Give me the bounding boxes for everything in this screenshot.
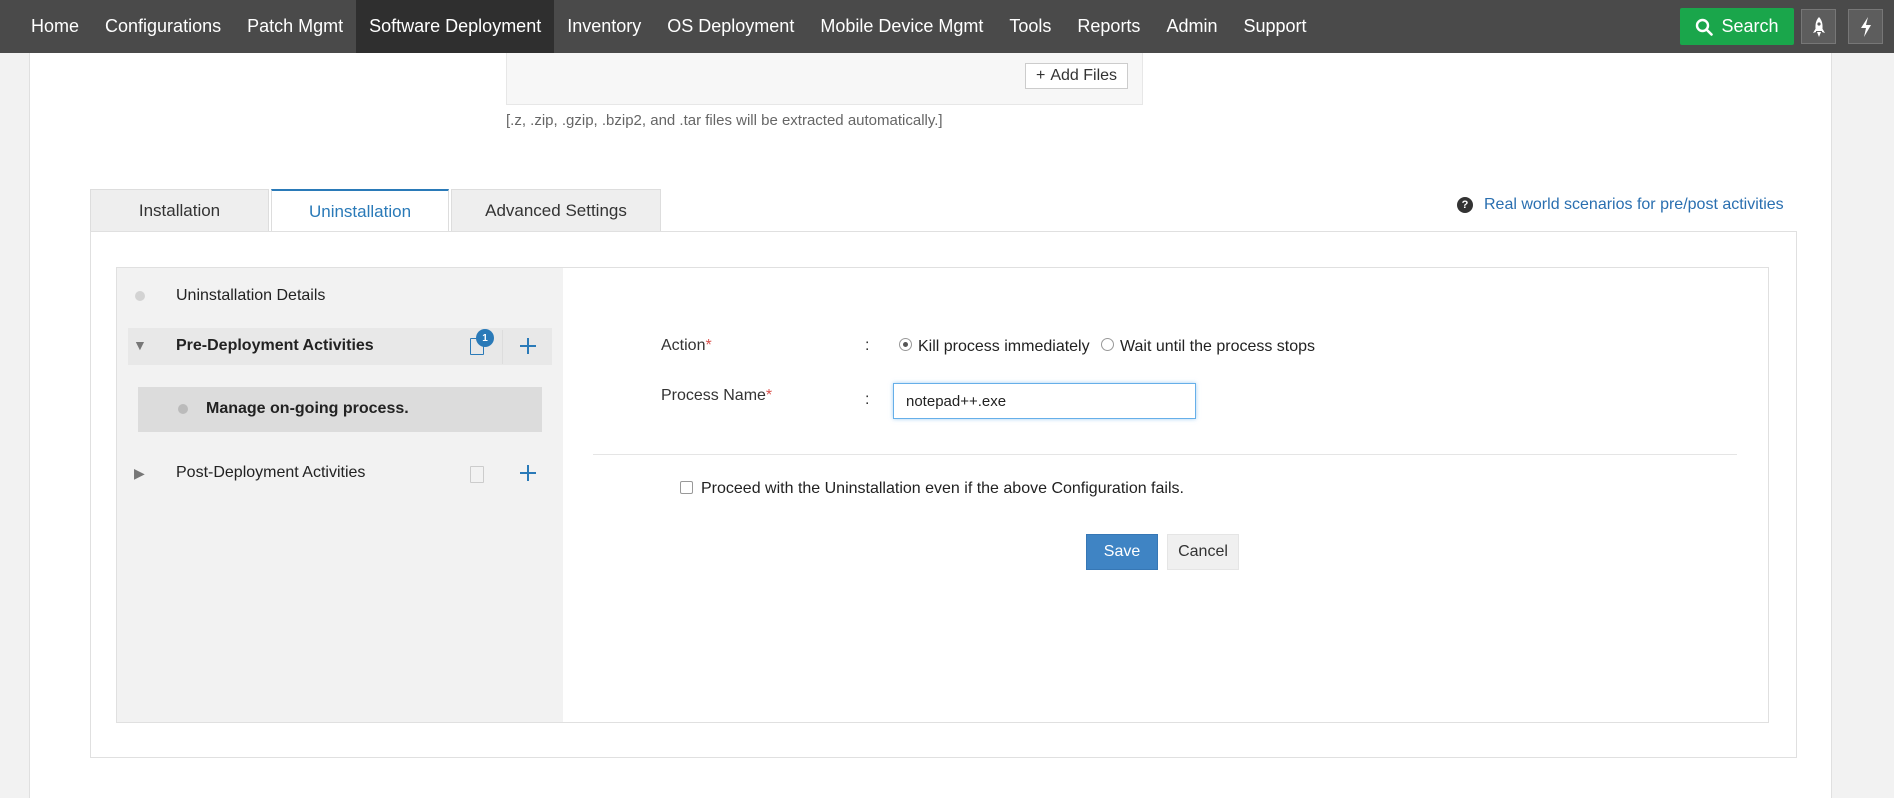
quick-actions-button[interactable] (1848, 9, 1883, 44)
step-pre-deployment-activities[interactable]: Pre-Deployment Activities (176, 337, 374, 355)
step-dot (135, 291, 145, 301)
process-name-input[interactable] (893, 383, 1196, 419)
search-icon (1696, 18, 1714, 36)
form-divider (593, 454, 1737, 455)
activity-dot (178, 404, 188, 414)
nav-home[interactable]: Home (0, 0, 92, 53)
radio-wait-process-label[interactable]: Wait until the process stops (1120, 338, 1315, 356)
required-mark: * (765, 387, 773, 404)
upload-hint: [.z, .zip, .gzip, .bzip2, and .tar files… (506, 112, 943, 129)
required-mark: * (705, 337, 712, 354)
lightning-icon (1860, 16, 1871, 37)
search-label: Search (1721, 16, 1779, 36)
question-icon: ? (1457, 197, 1473, 213)
nav-tools[interactable]: Tools (996, 0, 1064, 53)
add-pre-activity-icon[interactable] (519, 337, 537, 355)
add-files-label: Add Files (1050, 67, 1118, 84)
plus-icon: + (1036, 67, 1046, 84)
nav-software-deployment[interactable]: Software Deployment (356, 0, 555, 53)
step-post-deployment-activities[interactable]: Post-Deployment Activities (176, 464, 365, 482)
collapsed-arrow-icon[interactable]: ▶ (134, 465, 145, 482)
tab-uninstallation[interactable]: Uninstallation (271, 189, 449, 232)
help-link-label: Real world scenarios for pre/post activi… (1484, 196, 1784, 213)
add-post-activity-icon[interactable] (519, 464, 537, 482)
divider (502, 330, 503, 364)
nav-os-deployment[interactable]: OS Deployment (654, 0, 807, 53)
cancel-button[interactable]: Cancel (1167, 534, 1239, 570)
expanded-arrow-icon[interactable]: ▼ (133, 337, 147, 353)
nav-configurations[interactable]: Configurations (92, 0, 234, 53)
nav-patch-mgmt[interactable]: Patch Mgmt (234, 0, 356, 53)
quick-launch-button[interactable] (1801, 9, 1836, 44)
nav-admin[interactable]: Admin (1153, 0, 1230, 53)
nav-reports[interactable]: Reports (1064, 0, 1153, 53)
save-button[interactable]: Save (1086, 534, 1158, 570)
separator: : (865, 337, 870, 354)
nav-mobile-device-mgmt[interactable]: Mobile Device Mgmt (807, 0, 996, 53)
tab-installation[interactable]: Installation (90, 189, 269, 231)
proceed-checkbox-label[interactable]: Proceed with the Uninstallation even if … (701, 480, 1184, 498)
nav-support[interactable]: Support (1230, 0, 1319, 53)
radio-kill-process-label[interactable]: Kill process immediately (918, 338, 1090, 356)
tab-advanced-settings[interactable]: Advanced Settings (451, 189, 661, 231)
separator: : (865, 391, 870, 408)
search-button[interactable]: Search (1680, 8, 1794, 45)
activity-manage-process-label[interactable]: Manage on-going process. (206, 400, 409, 418)
add-files-button[interactable]: + Add Files (1025, 63, 1129, 89)
document-icon (470, 466, 484, 483)
step-uninstallation-details[interactable]: Uninstallation Details (176, 287, 325, 305)
radio-kill-process[interactable] (899, 338, 912, 351)
rocket-icon (1812, 16, 1825, 37)
help-link[interactable]: ? Real world scenarios for pre/post acti… (1457, 196, 1784, 214)
radio-wait-process[interactable] (1101, 338, 1114, 351)
proceed-checkbox[interactable] (680, 481, 693, 494)
nav-inventory[interactable]: Inventory (554, 0, 654, 53)
process-name-label: Process Name* (661, 387, 773, 404)
activity-count-badge: 1 (476, 329, 494, 347)
top-navigation-bar: Home Configurations Patch Mgmt Software … (0, 0, 1894, 53)
action-label: Action* (661, 337, 712, 354)
